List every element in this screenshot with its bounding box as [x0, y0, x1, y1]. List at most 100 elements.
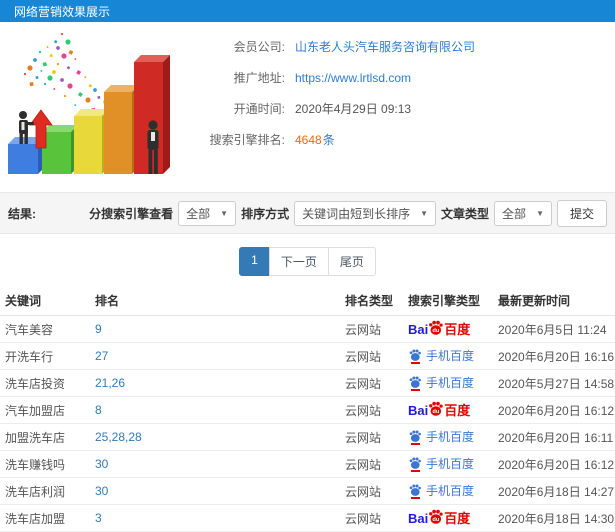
pagination: 1 下一页 尾页 — [0, 247, 615, 276]
keyword-cell: 洗车店利润 — [5, 484, 66, 499]
info-row-url: 推广地址: https://www.lrtlsd.com — [185, 69, 615, 86]
updated-time-cell: 2020年6月18日 14:30 — [498, 511, 615, 526]
engine-cell: Bai du 百度 — [403, 508, 493, 528]
rank-type-cell: 云网站 — [345, 484, 382, 499]
baidu-logo: Bai du 百度 — [408, 508, 470, 528]
rank-type-cell: 云网站 — [345, 349, 382, 364]
column-header: 排名 — [95, 294, 120, 308]
page-title: 网络营销效果展示 — [14, 4, 111, 19]
open-time-value: 2020年4月29日 09:13 — [295, 102, 412, 116]
page-link[interactable]: 下一页 — [268, 247, 329, 276]
column-header: 关键词 — [5, 294, 42, 308]
article-type-select[interactable]: 全部 ▼ — [494, 200, 552, 226]
updated-time-cell: 2020年6月20日 16:16 — [498, 349, 615, 364]
baidu-mobile-logo: 手机百度 — [408, 429, 474, 445]
engine-filter-select[interactable]: 全部 ▼ — [178, 200, 237, 226]
engine-cell: Bai du 百度 — [403, 400, 493, 420]
table-row: 加盟洗车店 25,28,28 云网站 手机百度 2020年6月20日 16:11 — [0, 424, 615, 451]
baidu-logo: Bai du 百度 — [408, 319, 470, 339]
bar-chart-illustration — [8, 32, 170, 174]
article-type-label: 文章类型 — [441, 206, 490, 221]
paw-underline — [410, 442, 420, 445]
paw-underline — [410, 496, 420, 499]
baidu-paw-icon — [409, 456, 421, 469]
baidu-paw-icon: du — [429, 320, 443, 335]
article-type-value: 全部 — [502, 206, 527, 221]
rank-cell: 30 — [95, 457, 109, 471]
baidu-mobile-logo: 手机百度 — [408, 348, 474, 364]
column-header: 排名类型 — [345, 294, 394, 308]
table-row: 开洗车行 27 云网站 手机百度 2020年6月20日 16:16 — [0, 343, 615, 370]
info-list: 会员公司: 山东老人头汽车服务咨询有限公司 推广地址: https://www.… — [185, 22, 615, 192]
chevron-down-icon: ▼ — [536, 208, 544, 218]
baidu-paw-icon — [409, 483, 421, 496]
open-time-label: 开通时间: — [233, 102, 285, 116]
keyword-cell: 洗车店投资 — [5, 376, 66, 391]
info-row-member: 会员公司: 山东老人头汽车服务咨询有限公司 — [185, 38, 615, 55]
rank-cell: 27 — [95, 349, 109, 363]
table-row: 汽车美容 9 云网站 Bai du 百度 2020年6月5日 11:24 — [0, 316, 615, 343]
member-company-link[interactable]: 山东老人头汽车服务咨询有限公司 — [295, 38, 475, 55]
confetti-group — [23, 32, 107, 112]
results-table: 关键词 排名 排名类型 搜索引擎类型 最新更新时间 汽车美容 9 云网站 Bai du 百度 202… — [0, 285, 615, 532]
paw-underline — [410, 388, 420, 391]
table-row: 洗车店利润 30 云网站 手机百度 2020年6月18日 14:27 — [0, 478, 615, 505]
engine-cell: Bai du 百度 — [403, 319, 493, 339]
rank-type-cell: 云网站 — [345, 376, 382, 391]
rank-type-cell: 云网站 — [345, 403, 382, 418]
column-header: 搜索引擎类型 — [408, 294, 481, 308]
column-header: 最新更新时间 — [498, 294, 571, 308]
paw-underline — [410, 469, 420, 472]
rank-type-cell: 云网站 — [345, 322, 382, 337]
table-row: 汽车加盟店 8 云网站 Bai du 百度 2020年6月20日 16:12 — [0, 397, 615, 424]
engine-cell: 手机百度 — [403, 483, 493, 500]
rank-cell: 25,28,28 — [95, 430, 142, 444]
baidu-paw-icon: du — [429, 509, 443, 524]
rank-unit: 条 — [322, 133, 335, 147]
engine-cell: 手机百度 — [403, 348, 493, 365]
engine-rank-value: 4648条 — [295, 131, 335, 148]
baidu-logo: Bai du 百度 — [408, 400, 470, 420]
keyword-cell: 开洗车行 — [5, 349, 54, 364]
table-header: 关键词 排名 排名类型 搜索引擎类型 最新更新时间 — [0, 285, 615, 316]
rank-cell: 8 — [95, 403, 102, 417]
rank-type-cell: 云网站 — [345, 457, 382, 472]
keyword-cell: 洗车店加盟 — [5, 511, 66, 526]
updated-time-cell: 2020年6月20日 16:11 — [498, 430, 614, 445]
info-row-rank: 搜索引擎排名: 4648条 — [185, 131, 615, 148]
rank-cell: 21,26 — [95, 376, 126, 390]
sort-value: 关键词由短到长排序 — [302, 206, 411, 221]
baidu-paw-icon — [409, 429, 421, 442]
submit-button[interactable]: 提交 — [556, 199, 607, 227]
baidu-mobile-logo: 手机百度 — [408, 456, 474, 472]
engine-cell: 手机百度 — [403, 429, 493, 446]
updated-time-cell: 2020年6月20日 16:12 — [498, 457, 615, 472]
rank-type-cell: 云网站 — [345, 511, 382, 526]
table-row: 洗车店投资 21,26 云网站 手机百度 2020年5月27日 14:58 — [0, 370, 615, 397]
updated-time-cell: 2020年6月18日 14:27 — [498, 484, 615, 499]
sort-label: 排序方式 — [241, 206, 290, 221]
chevron-down-icon: ▼ — [420, 208, 429, 218]
page-link[interactable]: 尾页 — [327, 247, 376, 276]
engine-filter-value: 全部 — [186, 206, 211, 221]
svg-text:du: du — [433, 328, 441, 334]
baidu-paw-icon: du — [429, 401, 443, 416]
table-body: 汽车美容 9 云网站 Bai du 百度 2020年6月5日 11:24 开洗车行 27 云网站手… — [0, 316, 615, 532]
keyword-cell: 汽车美容 — [5, 322, 54, 337]
rank-type-cell: 云网站 — [345, 430, 382, 445]
promo-url-link[interactable]: https://www.lrtlsd.com — [295, 71, 411, 85]
rank-cell: 30 — [95, 484, 109, 498]
sort-select[interactable]: 关键词由短到长排序 ▼ — [294, 200, 437, 226]
rank-cell: 3 — [95, 511, 102, 525]
svg-text:du: du — [433, 409, 441, 415]
keyword-cell: 汽车加盟店 — [5, 403, 66, 418]
member-label: 会员公司: — [233, 40, 285, 54]
updated-time-cell: 2020年6月5日 11:24 — [498, 322, 607, 337]
table-row: 洗车赚钱吗 30 云网站 手机百度 2020年6月20日 16:12 — [0, 451, 615, 478]
page-header: 网络营销效果展示 — [0, 0, 615, 22]
baidu-paw-icon — [409, 375, 421, 388]
keyword-cell: 洗车赚钱吗 — [5, 457, 66, 472]
baidu-paw-icon — [409, 348, 421, 361]
page-current[interactable]: 1 — [239, 247, 270, 276]
table-row: 洗车店加盟 3 云网站 Bai du 百度 2020年6月18日 14:30 — [0, 505, 615, 532]
